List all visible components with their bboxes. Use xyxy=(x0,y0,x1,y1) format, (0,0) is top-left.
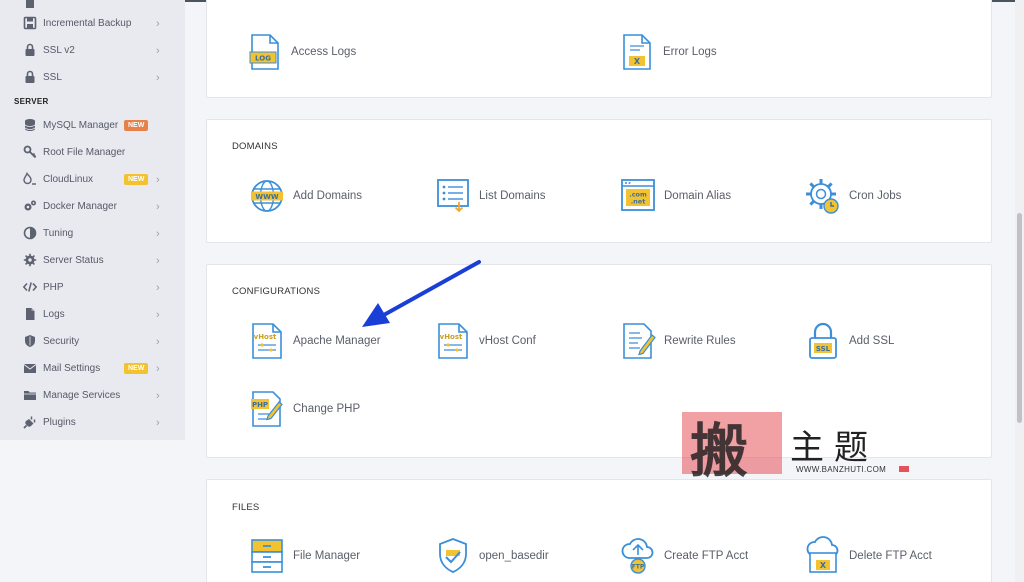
watermark-dot xyxy=(899,466,909,472)
watermark-url: WWW.BANZHUTI.COM xyxy=(796,465,887,474)
annotation-arrow xyxy=(362,260,481,327)
watermark-logo: 搬 xyxy=(690,417,749,485)
watermark-text: 主题 xyxy=(790,428,878,468)
scrollbar-thumb[interactable] xyxy=(1017,213,1022,423)
